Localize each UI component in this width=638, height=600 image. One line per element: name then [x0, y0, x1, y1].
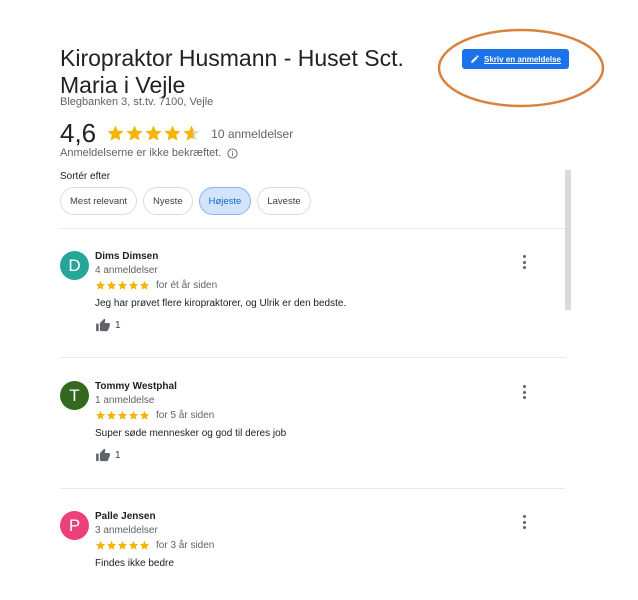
star-icon [117, 540, 128, 550]
star-icon [139, 410, 150, 420]
star-icon [145, 125, 162, 141]
sort-label: Sortér efter [60, 171, 111, 182]
scrollbar[interactable] [565, 170, 571, 310]
star-icon [107, 125, 124, 141]
not-verified-text: Anmeldelserne er ikke bekræftet. [60, 147, 222, 159]
review-time: for 5 år siden [156, 410, 215, 421]
reviewer-review-count: 3 anmeldelser [95, 525, 158, 536]
more-options-icon[interactable] [521, 385, 527, 399]
review-rating: for ét år siden [95, 280, 217, 291]
star-icon [95, 540, 106, 550]
star-icon [139, 540, 150, 550]
divider [60, 228, 565, 229]
reviewer-review-count: 1 anmeldelse [95, 395, 155, 406]
divider [60, 357, 565, 358]
star-icon [128, 280, 139, 290]
review-stars [95, 540, 150, 551]
review-stars [95, 410, 150, 421]
review-rating: for 3 år siden [95, 540, 214, 551]
like-button[interactable]: 1 [95, 318, 121, 333]
star-icon [183, 125, 200, 141]
pencil-icon [471, 55, 479, 63]
avatar[interactable]: T [60, 381, 89, 410]
review-time: for 3 år siden [156, 540, 215, 551]
star-icon [106, 540, 117, 550]
like-button[interactable]: 1 [95, 448, 121, 463]
review-count[interactable]: 10 anmeldelser [211, 127, 293, 141]
rating-summary: 4,6 10 anmeldelser [60, 118, 293, 149]
sort-chip-lowest[interactable]: Laveste [257, 187, 311, 215]
star-icon [106, 280, 117, 290]
reviewer-review-count: 4 anmeldelser [95, 265, 158, 276]
star-icon [117, 410, 128, 420]
reviewer-name[interactable]: Tommy Westphal [95, 381, 177, 392]
star-icon [139, 280, 150, 290]
star-icon [95, 410, 106, 420]
thumbs-up-icon [95, 448, 111, 463]
review-stars [95, 280, 150, 291]
write-review-button[interactable]: Skriv en anmeldelse [462, 49, 569, 69]
review-text: Super søde mennesker og god til deres jo… [95, 428, 287, 439]
star-icon [128, 540, 139, 550]
review-rating: for 5 år siden [95, 410, 214, 421]
sort-chip-newest[interactable]: Nyeste [143, 187, 193, 215]
star-icon [126, 125, 143, 141]
sort-chips: Mest relevant Nyeste Højeste Laveste [60, 187, 311, 215]
review-text: Jeg har prøvet flere kiropraktorer, og U… [95, 298, 347, 309]
sort-chip-most-relevant[interactable]: Mest relevant [60, 187, 138, 215]
business-title: Kiropraktor Husmann - Huset Sct. Maria i… [60, 45, 404, 98]
like-count: 1 [115, 450, 121, 461]
reviews-panel: Kiropraktor Husmann - Huset Sct. Maria i… [0, 0, 638, 600]
star-icon [164, 125, 181, 141]
more-options-icon[interactable] [521, 515, 527, 529]
business-address: Blegbanken 3, st.tv. 7100, Vejle [60, 96, 214, 108]
thumbs-up-icon [95, 318, 111, 333]
reviewer-name[interactable]: Dims Dimsen [95, 251, 158, 262]
reviewer-name[interactable]: Palle Jensen [95, 511, 156, 522]
write-review-label: Skriv en anmeldelse [484, 54, 561, 64]
more-options-icon[interactable] [521, 255, 527, 269]
like-count: 1 [115, 320, 121, 331]
rating-stars [106, 124, 201, 143]
review-text: Findes ikke bedre [95, 558, 174, 569]
divider [60, 488, 565, 489]
avatar[interactable]: D [60, 251, 89, 280]
review-time: for ét år siden [156, 280, 218, 291]
star-icon [117, 280, 128, 290]
info-icon[interactable] [227, 147, 238, 159]
star-icon [95, 280, 106, 290]
not-verified-note: Anmeldelserne er ikke bekræftet. [60, 147, 238, 159]
rating-value: 4,6 [60, 118, 97, 148]
sort-chip-highest[interactable]: Højeste [198, 187, 252, 215]
avatar[interactable]: P [60, 511, 89, 540]
star-icon [128, 410, 139, 420]
star-icon [106, 410, 117, 420]
